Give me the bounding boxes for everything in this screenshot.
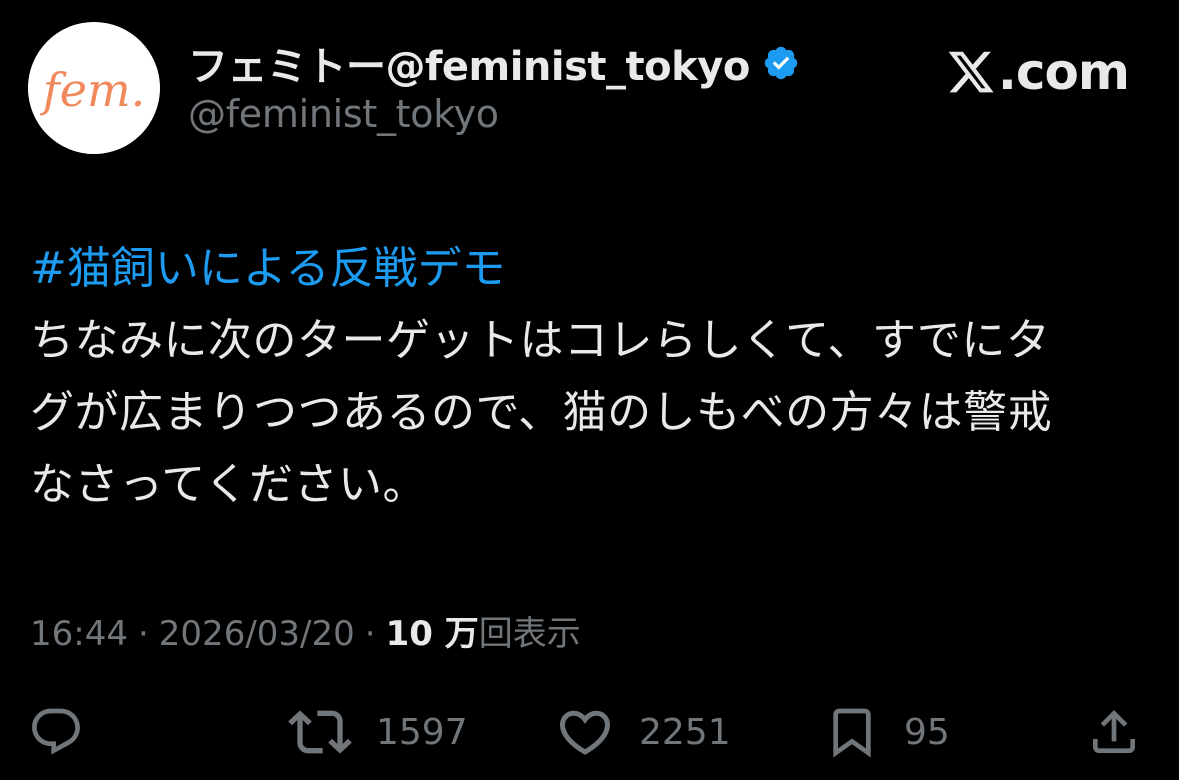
- avatar[interactable]: fem.: [28, 22, 160, 154]
- tweet-date[interactable]: 2026/03/20: [159, 614, 355, 654]
- tweet-meta: 16:44 · 2026/03/20 · 10 万 回表示: [30, 606, 581, 655]
- retweet-icon: [288, 710, 352, 754]
- tweet-line: ちなみに次のターゲットはコレらしくて、すでにタ: [30, 315, 1051, 366]
- like-count: 2251: [639, 711, 731, 753]
- action-bar: 1597 2251 95: [0, 700, 1179, 764]
- like-button[interactable]: 2251: [555, 700, 731, 764]
- heart-icon: [559, 710, 611, 755]
- bookmark-count: 95: [904, 711, 950, 753]
- brand-text: .com: [997, 43, 1130, 101]
- x-logo-icon: [946, 47, 996, 97]
- reply-icon: [32, 708, 80, 755]
- reply-button[interactable]: [28, 700, 84, 764]
- tweet-text: #猫飼いによる反戦デモ ちなみに次のターゲットはコレらしくて、すでにタ グが広ま…: [30, 233, 1150, 521]
- brand-watermark: .com: [946, 40, 1130, 104]
- retweet-button[interactable]: 1597: [288, 700, 468, 764]
- bookmark-icon: [833, 708, 871, 758]
- author-handle[interactable]: @feminist_tokyo: [188, 92, 499, 136]
- retweet-count: 1597: [376, 711, 468, 753]
- bookmark-button[interactable]: 95: [824, 700, 950, 764]
- author-name-row: フェミトー@feminist_tokyo: [188, 38, 800, 90]
- meta-separator: ·: [137, 614, 149, 654]
- share-button[interactable]: [1086, 700, 1142, 764]
- tweet-line: なさってください。: [30, 459, 427, 510]
- verified-badge-icon: [762, 44, 800, 82]
- tweet-time[interactable]: 16:44: [30, 614, 128, 654]
- share-icon: [1093, 710, 1135, 753]
- display-name[interactable]: フェミトー@feminist_tokyo: [188, 34, 750, 92]
- avatar-logo: fem.: [28, 22, 160, 154]
- meta-separator: ·: [364, 614, 376, 654]
- views-count: 10 万: [385, 614, 479, 654]
- tweet-line: グが広まりつつあるので、猫のしもべの方々は警戒: [30, 387, 1053, 438]
- avatar-text: fem.: [40, 63, 146, 117]
- views-label: 回表示: [478, 614, 581, 654]
- hashtag-link[interactable]: #猫飼いによる反戦デモ: [30, 233, 1150, 305]
